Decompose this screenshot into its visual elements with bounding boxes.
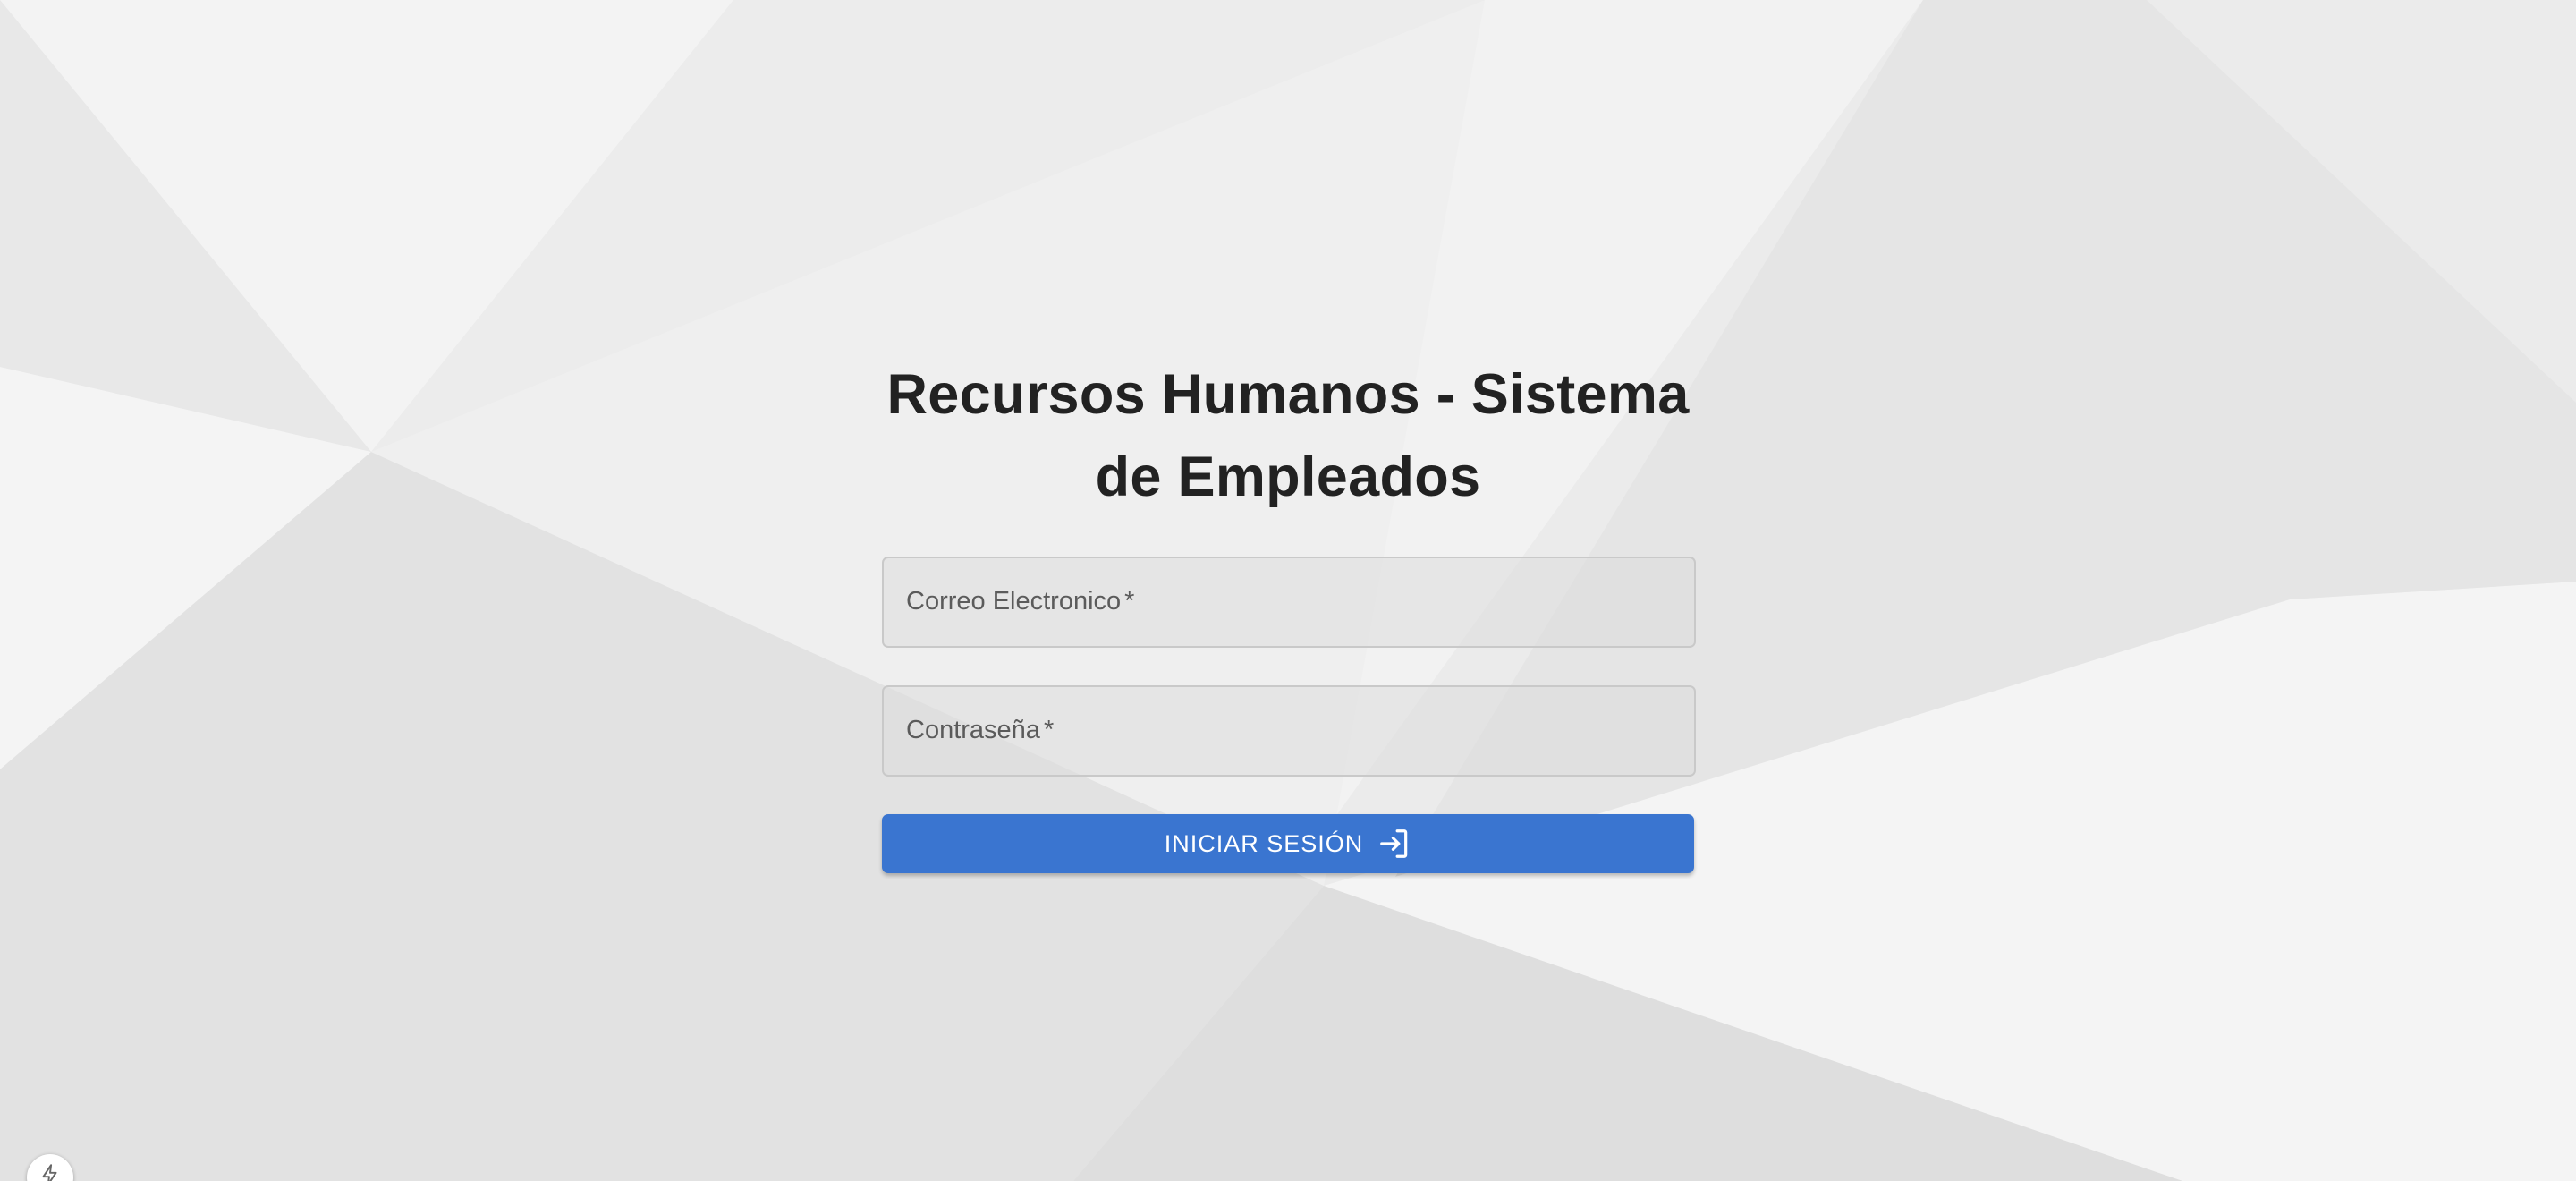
email-input[interactable] bbox=[884, 558, 1694, 646]
password-input[interactable] bbox=[884, 687, 1694, 775]
password-field[interactable]: Contraseña * bbox=[882, 685, 1696, 777]
email-field[interactable]: Correo Electronico * bbox=[882, 557, 1696, 648]
login-icon bbox=[1377, 827, 1411, 861]
page-title: Recursos Humanos - Sistema de Empleados bbox=[886, 363, 1690, 508]
login-button[interactable]: INICIAR SESIÓN bbox=[882, 814, 1694, 873]
bolt-icon bbox=[38, 1163, 62, 1181]
login-page: Recursos Humanos - Sistema de Empleados … bbox=[0, 0, 2576, 1181]
login-form: Recursos Humanos - Sistema de Empleados … bbox=[882, 353, 1696, 873]
login-button-label: INICIAR SESIÓN bbox=[1164, 829, 1364, 857]
